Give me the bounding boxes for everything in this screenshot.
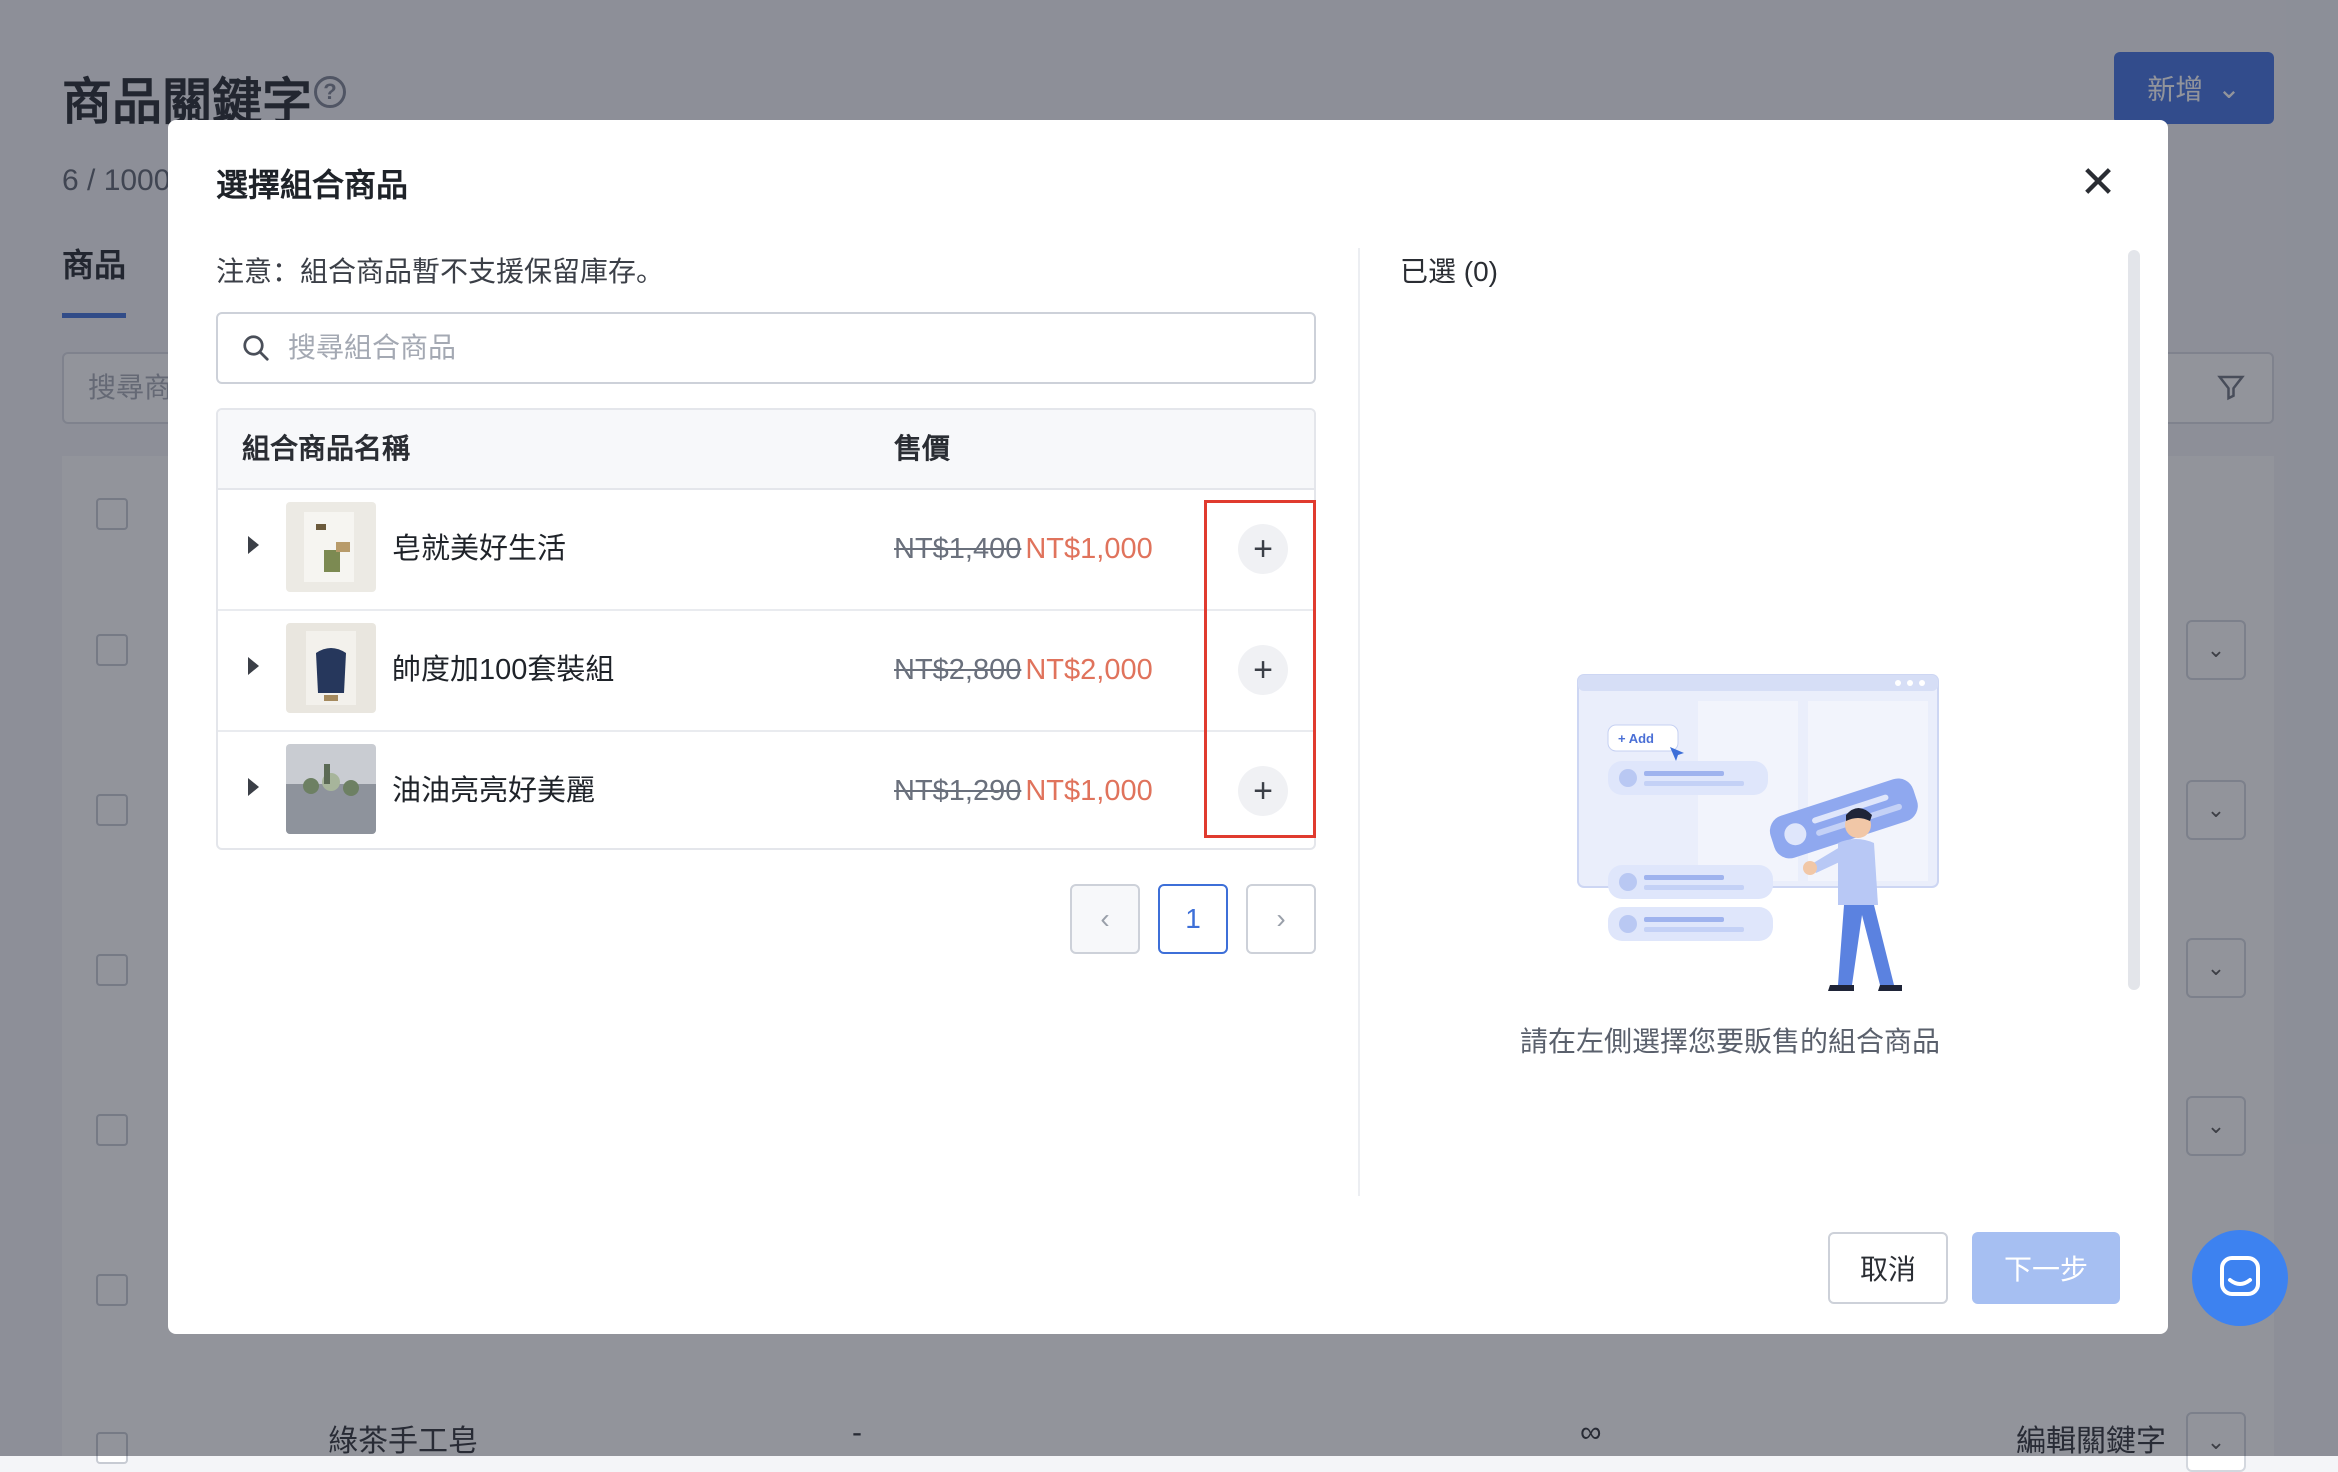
- original-price: NT$1,400: [894, 533, 1022, 565]
- chat-icon: [2216, 1252, 2264, 1305]
- product-price: NT$1,400 NT$1,000: [894, 490, 1153, 609]
- modal-title: 選擇組合商品: [216, 167, 409, 203]
- stock-note: 注意：組合商品暫不支援保留庫存。: [216, 256, 665, 287]
- column-price: 售價: [894, 433, 951, 464]
- selected-scrollbar[interactable]: [2128, 250, 2140, 990]
- table-row: 油油亮亮好美麗 NT$1,290 NT$1,000 +: [218, 732, 1314, 848]
- pagination-next[interactable]: ›: [1246, 884, 1316, 954]
- product-thumbnail: [286, 623, 376, 713]
- illustration-add-label: + Add: [1618, 731, 1654, 746]
- cancel-button[interactable]: 取消: [1828, 1232, 1948, 1304]
- table-header: 組合商品名稱 售價: [218, 410, 1314, 490]
- bundle-table: 組合商品名稱 售價 皂就美好生活 NT$1,400 NT$1,000 + 帥度加1…: [216, 408, 1316, 850]
- pagination-prev[interactable]: ‹: [1070, 884, 1140, 954]
- column-name: 組合商品名稱: [242, 433, 411, 464]
- table-row: 帥度加100套裝組 NT$2,800 NT$2,000 +: [218, 611, 1314, 732]
- expand-caret-icon[interactable]: [248, 778, 259, 796]
- product-name: 油油亮亮好美麗: [392, 775, 596, 807]
- table-row: 皂就美好生活 NT$1,400 NT$1,000 +: [218, 490, 1314, 611]
- sale-price: NT$1,000: [1025, 775, 1153, 807]
- product-price: NT$2,800 NT$2,000: [894, 611, 1153, 730]
- original-price: NT$2,800: [894, 654, 1022, 686]
- product-thumbnail: [286, 502, 376, 592]
- search-input[interactable]: [286, 331, 1314, 365]
- product-price: NT$1,290 NT$1,000: [894, 732, 1153, 848]
- pagination-page[interactable]: 1: [1158, 884, 1228, 954]
- product-name: 皂就美好生活: [392, 533, 567, 565]
- empty-state-text: 請在左側選擇您要販售的組合商品: [1519, 1026, 1940, 1057]
- sale-price: NT$1,000: [1025, 533, 1153, 565]
- selected-count: 已選 (0): [1400, 256, 1499, 287]
- sale-price: NT$2,000: [1025, 654, 1153, 686]
- chat-support-button[interactable]: [2192, 1230, 2288, 1326]
- empty-illustration: + Add: [1568, 665, 1948, 995]
- original-price: NT$1,290: [894, 775, 1022, 807]
- next-step-button[interactable]: 下一步: [1972, 1232, 2120, 1304]
- close-icon[interactable]: ✕: [2074, 158, 2122, 207]
- expand-caret-icon[interactable]: [248, 657, 259, 675]
- bundle-search: [216, 312, 1316, 384]
- select-bundle-modal: 選擇組合商品 ✕ 注意：組合商品暫不支援保留庫存。 組合商品名稱 售價 皂就美好…: [168, 120, 2168, 1334]
- panel-divider: [1358, 248, 1360, 1196]
- search-icon: [218, 333, 286, 363]
- highlight-box: [1204, 500, 1316, 838]
- expand-caret-icon[interactable]: [248, 536, 259, 554]
- product-name: 帥度加100套裝組: [392, 654, 615, 686]
- product-thumbnail: [286, 744, 376, 834]
